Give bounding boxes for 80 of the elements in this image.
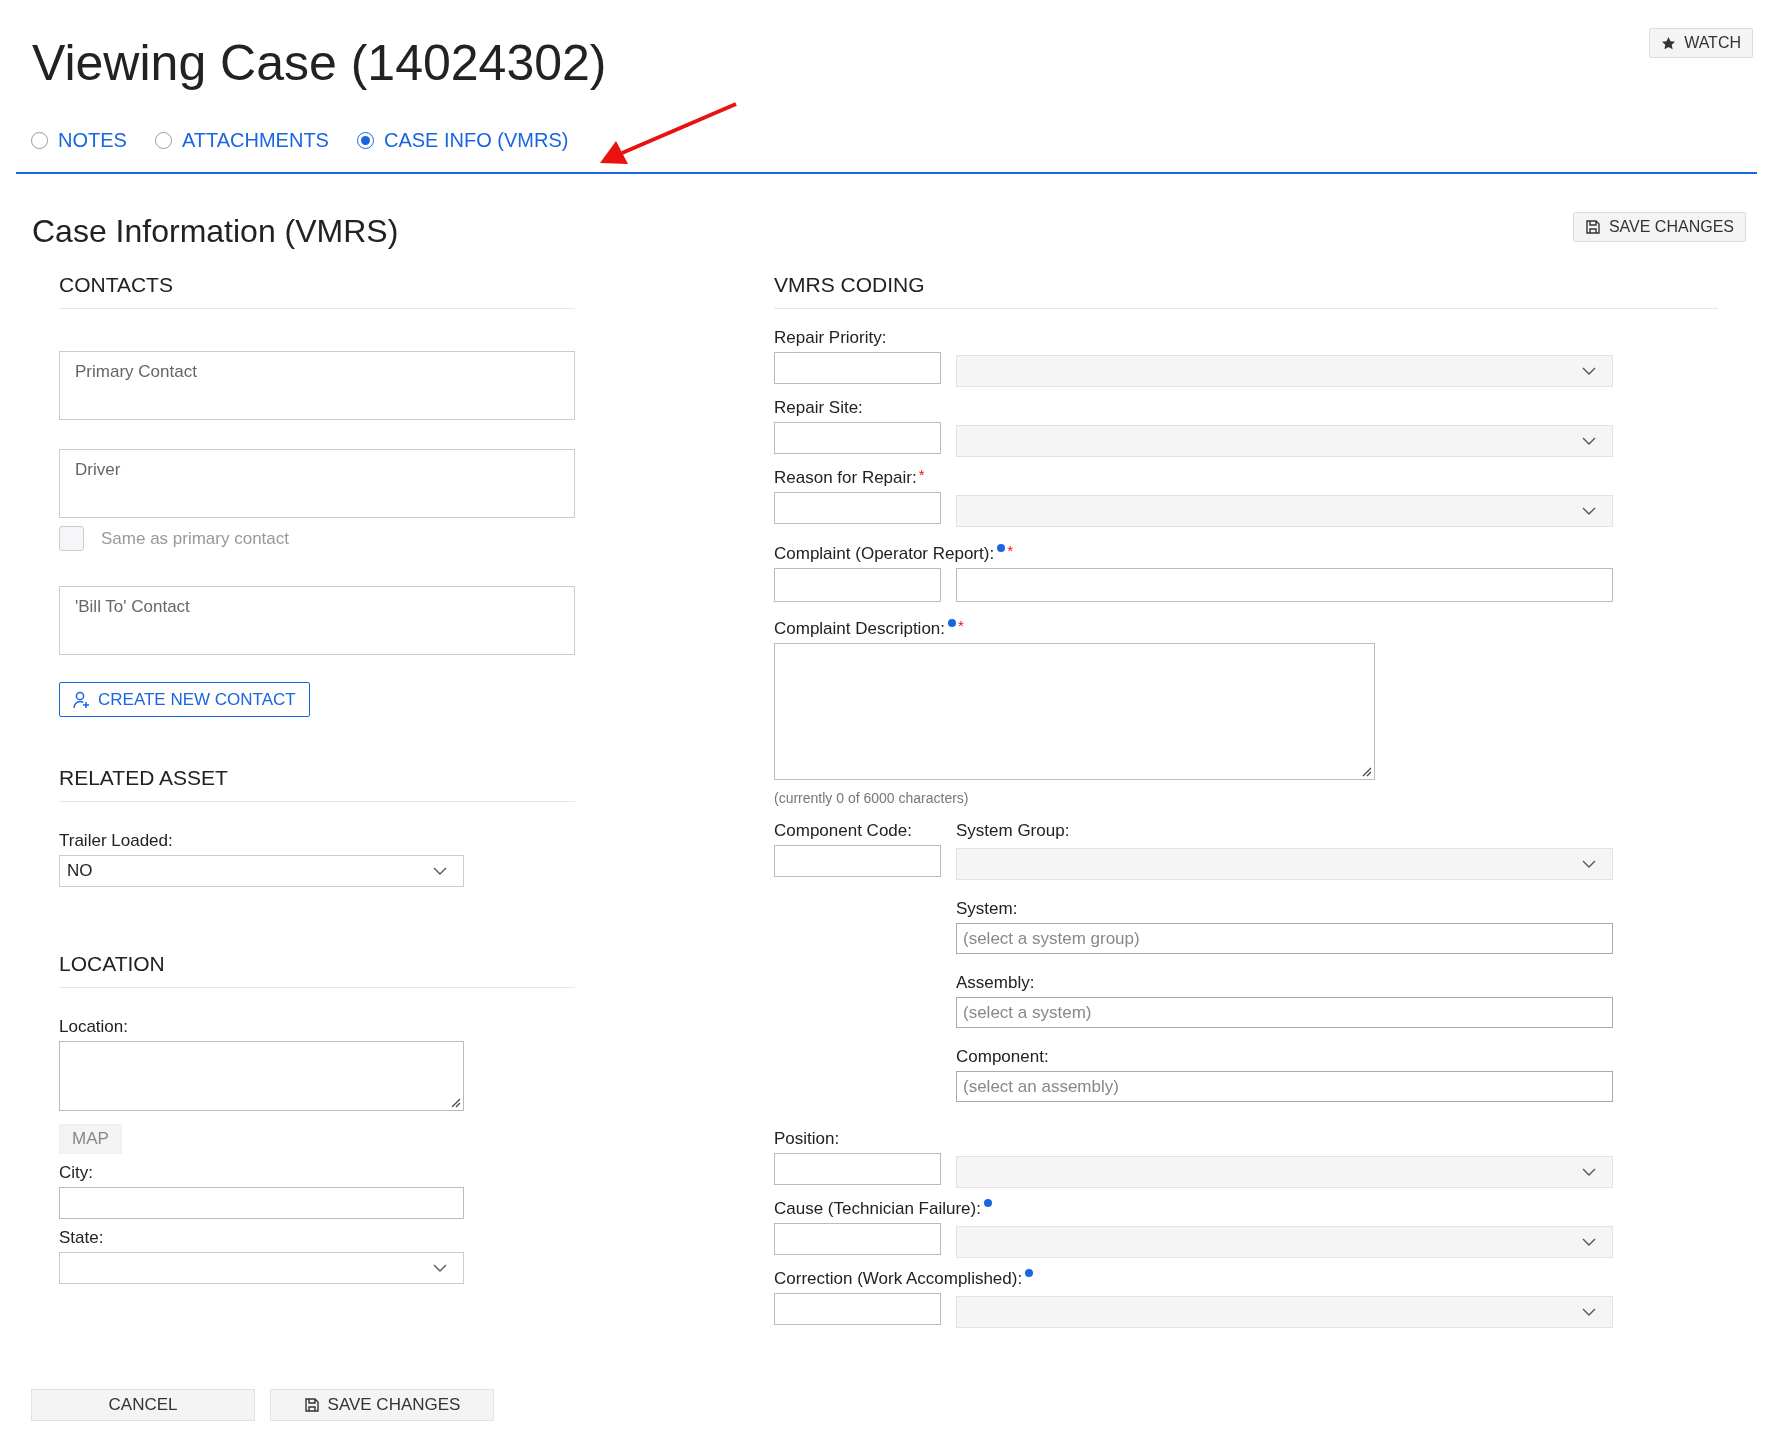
required-mark: *: [918, 467, 925, 483]
chevron-down-icon: [1582, 367, 1596, 376]
section-title: Case Information (VMRS): [32, 212, 399, 251]
description-textarea[interactable]: [774, 643, 1375, 781]
save-icon: [1584, 219, 1601, 235]
code-input[interactable]: [774, 492, 941, 525]
state-select[interactable]: [59, 1252, 464, 1285]
code-input[interactable]: [774, 1153, 941, 1186]
section-heading: LOCATION: [59, 951, 575, 989]
dropdown-select[interactable]: [956, 1296, 1613, 1329]
tab-radio[interactable]: NOTES: [31, 129, 127, 152]
cancel-button[interactable]: CANCEL: [31, 1389, 255, 1421]
chevron-down-icon: [433, 867, 447, 876]
location-textarea[interactable]: [59, 1041, 464, 1112]
chevron-down-icon: [1582, 437, 1596, 446]
tab-radio[interactable]: ATTACHMENTS: [154, 129, 329, 152]
field-label: Position:: [774, 1128, 840, 1151]
dropdown-select[interactable]: [956, 1226, 1613, 1259]
code-input[interactable]: [774, 352, 941, 385]
checkbox[interactable]: [59, 526, 84, 552]
chevron-down-icon: [1582, 507, 1596, 516]
map-button[interactable]: MAP: [59, 1124, 122, 1155]
cascade-field[interactable]: (select an assembly): [956, 1071, 1613, 1103]
person-plus-icon: [73, 690, 90, 709]
text-input[interactable]: [956, 568, 1613, 603]
dropdown-select[interactable]: [956, 495, 1613, 528]
field-label: Complaint (Operator Report):: [774, 543, 995, 566]
resize-grip-icon: [449, 1096, 461, 1109]
star-icon: [1661, 35, 1677, 51]
dropdown-select[interactable]: [956, 848, 1613, 881]
code-input[interactable]: [774, 568, 941, 603]
section-heading: VMRS CODING: [774, 272, 1718, 310]
field-label: Repair Priority:: [774, 327, 887, 350]
dropdown-select[interactable]: [956, 425, 1613, 458]
code-input[interactable]: [774, 1223, 941, 1256]
create-contact-button[interactable]: CREATE NEW CONTACT: [59, 682, 310, 718]
field-label: Cause (Technician Failure):: [774, 1198, 981, 1221]
required-mark: *: [1007, 543, 1013, 559]
chevron-down-icon: [1582, 1168, 1596, 1177]
contact-field[interactable]: Primary Contact: [59, 351, 575, 421]
field-label: Repair Site:: [774, 397, 863, 420]
field-label: Component:: [956, 1046, 1050, 1069]
required-mark: *: [958, 618, 964, 634]
code-input[interactable]: [774, 422, 941, 455]
save-changes-button[interactable]: SAVE CHANGES: [270, 1389, 494, 1421]
chevron-down-icon: [1582, 860, 1596, 869]
page-title: Viewing Case (14024302): [32, 36, 607, 91]
cascade-field[interactable]: (select a system): [956, 997, 1613, 1029]
code-input[interactable]: [774, 845, 941, 878]
checkbox-label: Same as primary contact: [101, 528, 289, 549]
city-input[interactable]: [59, 1187, 464, 1220]
save-icon: [303, 1397, 320, 1413]
save-changes-button[interactable]: SAVE CHANGES: [1572, 212, 1746, 242]
contact-field[interactable]: 'Bill To' Contact: [59, 586, 575, 656]
field-label: Assembly:: [956, 972, 1036, 995]
watch-button[interactable]: WATCH: [1649, 28, 1753, 58]
field-label: City:: [59, 1162, 94, 1185]
field-label: System:: [956, 898, 1019, 921]
tab-radio[interactable]: CASE INFO (VMRS): [356, 129, 569, 152]
character-count: (currently 0 of 6000 characters): [774, 790, 970, 807]
dropdown-select[interactable]: [956, 355, 1613, 388]
field-label: Correction (Work Accomplished):: [774, 1268, 1023, 1291]
field-label: Reason for Repair:: [774, 467, 917, 490]
field-label: Trailer Loaded:: [59, 830, 174, 853]
section-heading: RELATED ASSET: [59, 765, 575, 803]
code-input[interactable]: [774, 1293, 941, 1326]
resize-grip-icon: [1360, 765, 1372, 778]
field-label: System Group:: [956, 820, 1071, 843]
field-label: State:: [59, 1227, 105, 1250]
chevron-down-icon: [433, 1264, 447, 1273]
cascade-field[interactable]: (select a system group): [956, 923, 1613, 955]
trailer-loaded-select[interactable]: NO: [59, 855, 464, 888]
contact-field[interactable]: Driver: [59, 449, 575, 519]
chevron-down-icon: [1582, 1308, 1596, 1317]
chevron-down-icon: [1582, 1238, 1596, 1247]
field-label: Complaint Description:: [774, 618, 945, 641]
field-label: Location:: [59, 1016, 129, 1039]
dropdown-select[interactable]: [956, 1156, 1613, 1189]
section-heading: CONTACTS: [59, 272, 575, 310]
field-label: Component Code:: [774, 820, 912, 843]
